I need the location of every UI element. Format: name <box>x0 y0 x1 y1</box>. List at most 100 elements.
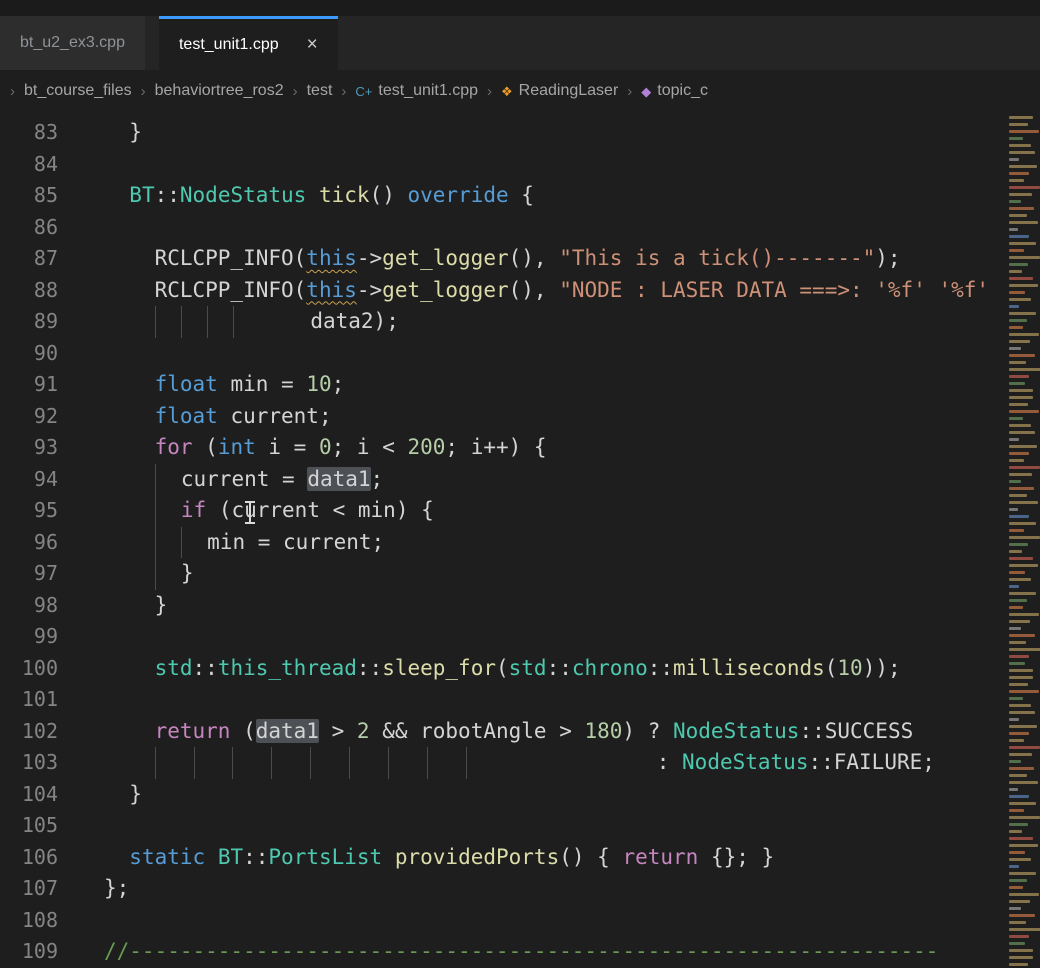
minimap-line <box>1009 116 1033 119</box>
breadcrumb-item-test[interactable]: test <box>307 82 333 100</box>
line-number: 106 <box>0 842 58 874</box>
code-text <box>58 621 104 653</box>
class-symbol-icon: ❖ <box>501 85 513 98</box>
code-line-87[interactable]: 87 RCLCPP_INFO(this->get_logger(), "This… <box>0 243 1006 275</box>
breadcrumb-item-test_unit1.cpp[interactable]: C+test_unit1.cpp <box>355 82 478 100</box>
minimap-line <box>1009 564 1038 567</box>
line-number: 101 <box>0 684 58 716</box>
minimap-line <box>1009 354 1035 357</box>
code-line-92[interactable]: 92 float current; <box>0 401 1006 433</box>
minimap-line <box>1009 207 1034 210</box>
breadcrumb-separator: › <box>341 83 346 100</box>
code-area[interactable]: 83 }8485 BT::NodeStatus tick() override … <box>0 112 1006 968</box>
code-line-95[interactable]: 95 if (current < min) { <box>0 495 1006 527</box>
line-number: 104 <box>0 779 58 811</box>
code-line-97[interactable]: 97 } <box>0 558 1006 590</box>
code-line-86[interactable]: 86 <box>0 212 1006 244</box>
line-number: 83 <box>0 117 58 149</box>
code-line-88[interactable]: 88 RCLCPP_INFO(this->get_logger(), "NODE… <box>0 275 1006 307</box>
line-number: 107 <box>0 873 58 905</box>
code-line-105[interactable]: 105 <box>0 810 1006 842</box>
code-text: float min = 10; <box>58 369 344 401</box>
breadcrumb-item-bt_course_files[interactable]: bt_course_files <box>24 82 132 100</box>
code-text <box>58 338 104 370</box>
code-text: //--------------------------------------… <box>58 936 938 968</box>
code-line-89[interactable]: 89 data2); <box>0 306 1006 338</box>
minimap-line <box>1009 515 1029 518</box>
tab-bt_u2_ex3[interactable]: bt_u2_ex3.cpp <box>0 16 145 70</box>
minimap-line <box>1009 123 1028 126</box>
minimap-line <box>1009 550 1022 553</box>
breadcrumb-chevron-icon: › <box>10 83 15 100</box>
line-number: 95 <box>0 495 58 527</box>
code-line-90[interactable]: 90 <box>0 338 1006 370</box>
minimap-line <box>1009 788 1018 791</box>
code-line-102[interactable]: 102 return (data1 > 2 && robotAngle > 18… <box>0 716 1006 748</box>
minimap-line <box>1009 802 1036 805</box>
code-line-104[interactable]: 104 } <box>0 779 1006 811</box>
minimap-line <box>1009 459 1024 462</box>
code-line-98[interactable]: 98 } <box>0 590 1006 622</box>
minimap-line <box>1009 928 1040 931</box>
code-line-99[interactable]: 99 <box>0 621 1006 653</box>
breadcrumb-label: test <box>307 82 333 100</box>
code-line-103[interactable]: 103 : NodeStatus::FAILURE; <box>0 747 1006 779</box>
close-tab-icon[interactable]: × <box>307 35 318 54</box>
code-line-94[interactable]: 94 current = data1; <box>0 464 1006 496</box>
line-number: 100 <box>0 653 58 685</box>
minimap-line <box>1009 571 1025 574</box>
minimap-line <box>1009 634 1035 637</box>
minimap-line <box>1009 263 1028 266</box>
minimap-line <box>1009 382 1025 385</box>
code-line-93[interactable]: 93 for (int i = 0; i < 200; i++) { <box>0 432 1006 464</box>
minimap-line <box>1009 816 1040 819</box>
minimap-line <box>1009 893 1039 896</box>
line-number: 90 <box>0 338 58 370</box>
minimap-line <box>1009 725 1037 728</box>
tab-label: bt_u2_ex3.cpp <box>20 34 125 52</box>
minimap-line <box>1009 669 1033 672</box>
line-number: 105 <box>0 810 58 842</box>
code-text: } <box>58 779 142 811</box>
window-top-strip <box>0 0 1040 16</box>
minimap-line <box>1009 844 1038 847</box>
code-line-96[interactable]: 96 min = current; <box>0 527 1006 559</box>
tab-test_unit1[interactable]: test_unit1.cpp × <box>159 16 338 70</box>
code-line-101[interactable]: 101 <box>0 684 1006 716</box>
minimap[interactable] <box>1006 112 1040 968</box>
breadcrumb-item-ReadingLaser[interactable]: ❖ReadingLaser <box>501 82 618 100</box>
breadcrumb-item-topic_c[interactable]: ◆topic_c <box>641 82 708 100</box>
line-number: 97 <box>0 558 58 590</box>
minimap-line <box>1009 298 1031 301</box>
line-number: 96 <box>0 527 58 559</box>
breadcrumb: › bt_course_files›behaviortree_ros2›test… <box>0 70 1040 112</box>
code-text: current = data1; <box>58 464 383 496</box>
code-line-108[interactable]: 108 <box>0 905 1006 937</box>
minimap-line <box>1009 858 1031 861</box>
minimap-line <box>1009 739 1024 742</box>
code-line-100[interactable]: 100 std::this_thread::sleep_for(std::chr… <box>0 653 1006 685</box>
code-text <box>58 810 104 842</box>
minimap-line <box>1009 963 1028 966</box>
code-text: } <box>58 590 167 622</box>
code-text: return (data1 > 2 && robotAngle > 180) ?… <box>58 716 913 748</box>
code-line-85[interactable]: 85 BT::NodeStatus tick() override { <box>0 180 1006 212</box>
code-line-91[interactable]: 91 float min = 10; <box>0 369 1006 401</box>
minimap-line <box>1009 214 1027 217</box>
minimap-line <box>1009 641 1026 644</box>
code-line-107[interactable]: 107}; <box>0 873 1006 905</box>
minimap-line <box>1009 795 1029 798</box>
code-line-84[interactable]: 84 <box>0 149 1006 181</box>
breadcrumb-item-behaviortree_ros2[interactable]: behaviortree_ros2 <box>155 82 284 100</box>
code-line-83[interactable]: 83 } <box>0 117 1006 149</box>
breadcrumb-label: topic_c <box>657 82 708 100</box>
code-text: } <box>58 117 142 149</box>
minimap-line <box>1009 942 1025 945</box>
minimap-line <box>1009 165 1037 168</box>
minimap-line <box>1009 347 1021 350</box>
minimap-line <box>1009 326 1023 329</box>
code-line-106[interactable]: 106 static BT::PortsList providedPorts()… <box>0 842 1006 874</box>
minimap-line <box>1009 809 1024 812</box>
code-line-109[interactable]: 109//-----------------------------------… <box>0 936 1006 968</box>
minimap-line <box>1009 585 1019 588</box>
